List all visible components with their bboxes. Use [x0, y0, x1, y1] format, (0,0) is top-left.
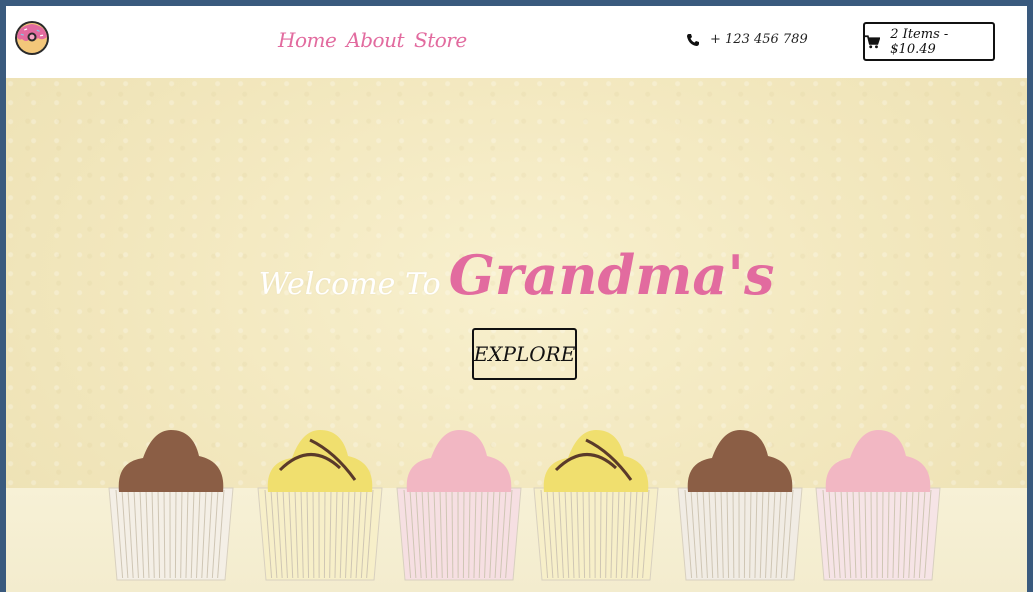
welcome-prefix: Welcome To [258, 267, 441, 302]
explore-label: EXPLORE [473, 342, 576, 366]
nav-link-about[interactable]: About [346, 28, 404, 52]
nav-link-store[interactable]: Store [414, 28, 467, 52]
cart-summary: 2 Items - $10.49 [890, 26, 949, 57]
phone-icon [687, 33, 699, 46]
welcome-name: Grandma's [448, 243, 775, 307]
donut-logo-icon[interactable] [14, 20, 50, 56]
nav-link-home[interactable]: Home [278, 28, 337, 52]
hero-section: Welcome To Grandma's EXPLORE [6, 78, 1027, 592]
navbar: Home About Store + 123 456 789 2 Items -… [6, 6, 1027, 78]
hero-heading: Welcome To Grandma's [6, 243, 1027, 307]
phone-contact: + 123 456 789 [686, 32, 808, 47]
page-frame: Home About Store + 123 456 789 2 Items -… [6, 6, 1027, 592]
table-surface [6, 488, 1027, 592]
explore-button[interactable]: EXPLORE [472, 328, 577, 380]
cart-button[interactable]: 2 Items - $10.49 [863, 22, 995, 61]
main-nav: Home About Store [278, 28, 467, 52]
cart-icon [865, 34, 881, 48]
phone-number: + 123 456 789 [710, 32, 808, 47]
